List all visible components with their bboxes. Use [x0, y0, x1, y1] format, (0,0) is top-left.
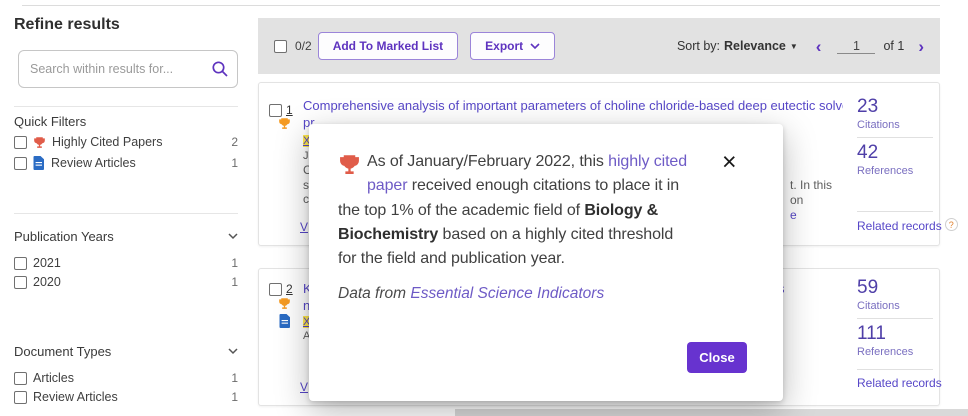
references-label: References — [857, 346, 933, 358]
data-from-label: Data from — [338, 285, 410, 302]
filter-label: Articles — [33, 371, 74, 385]
result-checkbox[interactable] — [269, 283, 282, 296]
quick-filters-title: Quick Filters — [14, 114, 86, 129]
section-title: Document Types — [14, 344, 111, 359]
chevron-down-icon — [530, 43, 540, 50]
document-icon — [33, 156, 45, 170]
checkbox[interactable] — [14, 391, 27, 404]
modal-text: As of January/February 2022, this highly… — [338, 150, 690, 272]
select-all-checkbox[interactable] — [274, 40, 287, 53]
prev-page-icon[interactable]: ‹ — [816, 38, 822, 55]
sidebar-divider — [14, 106, 238, 107]
result-checkbox[interactable] — [269, 104, 282, 117]
citations-metric: 23 Citations 42 References — [857, 96, 933, 177]
page-number-input[interactable] — [837, 39, 875, 54]
metric-divider — [857, 318, 933, 319]
metric-divider — [857, 137, 933, 138]
sort-by-label: Sort by: — [677, 39, 720, 53]
horizontal-scrollbar[interactable] — [455, 409, 968, 416]
highly-cited-paper-modal: As of January/February 2022, this highly… — [309, 124, 783, 401]
metric-divider — [857, 211, 933, 212]
next-page-icon[interactable]: › — [918, 38, 924, 55]
modal-data-source: Data from Essential Science Indicators — [338, 285, 604, 303]
chevron-down-icon — [228, 233, 238, 240]
results-toolbar: 0/2 Add To Marked List Export Sort by: R… — [258, 18, 940, 74]
sort-by-value[interactable]: Relevance — [724, 39, 786, 53]
checkbox[interactable] — [14, 136, 27, 149]
references-count[interactable]: 111 — [857, 323, 933, 345]
search-input[interactable] — [30, 62, 211, 76]
page-of-label: of 1 — [883, 39, 904, 53]
show-more-link-fragment[interactable]: e — [790, 208, 797, 222]
citations-metric: 59 Citations 111 References — [857, 277, 933, 358]
sidebar-divider — [14, 213, 238, 214]
abstract-fragment: on — [790, 193, 803, 207]
related-records-label: Related records — [857, 219, 942, 233]
filter-label: Review Articles — [33, 390, 118, 404]
sort-caret-icon[interactable]: ▼ — [790, 42, 798, 51]
filter-count: 1 — [231, 275, 238, 289]
related-records-label: Related records — [857, 376, 942, 390]
close-button[interactable]: Close — [687, 342, 747, 373]
checkbox[interactable] — [14, 257, 27, 270]
selected-count: 0/2 — [295, 39, 312, 53]
filter-label: 2020 — [33, 275, 61, 289]
filter-year-2020[interactable]: 2020 1 — [14, 275, 238, 289]
filter-count: 1 — [231, 371, 238, 385]
add-to-marked-list-button[interactable]: Add To Marked List — [318, 32, 458, 60]
citations-label: Citations — [857, 300, 933, 312]
close-icon[interactable]: × — [722, 150, 737, 175]
essential-science-indicators-link[interactable]: Essential Science Indicators — [410, 285, 604, 302]
references-label: References — [857, 165, 933, 177]
citations-label: Citations — [857, 119, 933, 131]
filter-doc-review-articles[interactable]: Review Articles 1 — [14, 390, 238, 404]
trophy-icon — [33, 136, 46, 149]
add-to-marked-list-label: Add To Marked List — [333, 39, 443, 53]
filter-label: Review Articles — [51, 156, 136, 170]
abstract-fragment: t. In this — [790, 178, 832, 192]
metric-divider — [857, 369, 933, 370]
top-divider — [22, 5, 940, 6]
citations-count[interactable]: 23 — [857, 96, 933, 118]
filter-count: 1 — [231, 156, 238, 170]
refine-search-box[interactable] — [18, 50, 238, 88]
related-records-link[interactable]: Related records — [857, 376, 942, 390]
help-icon[interactable]: ? — [945, 218, 958, 231]
filter-year-2021[interactable]: 2021 1 — [14, 256, 238, 270]
checkbox[interactable] — [14, 276, 27, 289]
highly-cited-trophy-icon[interactable] — [278, 297, 291, 310]
export-button[interactable]: Export — [470, 32, 555, 60]
filter-count: 1 — [231, 390, 238, 404]
document-types-header[interactable]: Document Types — [14, 344, 238, 359]
journal-fragment: J — [303, 150, 309, 162]
result-number[interactable]: 2 — [286, 282, 293, 296]
result-number[interactable]: 1 — [286, 103, 293, 117]
filter-count: 2 — [231, 135, 238, 149]
export-label: Export — [485, 39, 523, 53]
view-full-text-link-fragment[interactable]: V — [300, 380, 308, 394]
filter-label: Highly Cited Papers — [52, 135, 162, 149]
filter-count: 1 — [231, 256, 238, 270]
section-title: Publication Years — [14, 229, 114, 244]
filter-doc-articles[interactable]: Articles 1 — [14, 371, 238, 385]
result-title-link[interactable]: Comprehensive analysis of important para… — [303, 98, 843, 113]
search-icon[interactable] — [211, 60, 229, 78]
checkbox[interactable] — [14, 372, 27, 385]
web-of-science-results-page: Refine results Quick Filters Highly Cite… — [0, 0, 968, 416]
refine-results-title: Refine results — [14, 16, 120, 34]
publication-years-header[interactable]: Publication Years — [14, 229, 238, 244]
related-records-link[interactable]: Related records? — [857, 218, 958, 233]
filter-label: 2021 — [33, 256, 61, 270]
filter-review-articles[interactable]: Review Articles 1 — [14, 156, 238, 170]
highly-cited-trophy-icon[interactable] — [278, 117, 291, 130]
citations-count[interactable]: 59 — [857, 277, 933, 299]
references-count[interactable]: 42 — [857, 142, 933, 164]
trophy-icon — [338, 153, 361, 176]
checkbox[interactable] — [14, 157, 27, 170]
review-article-icon[interactable] — [279, 314, 291, 328]
view-full-text-link-fragment[interactable]: V — [300, 220, 308, 234]
filter-highly-cited-papers[interactable]: Highly Cited Papers 2 — [14, 135, 238, 149]
modal-text-before: As of January/February 2022, this — [367, 153, 608, 170]
chevron-down-icon — [228, 348, 238, 355]
